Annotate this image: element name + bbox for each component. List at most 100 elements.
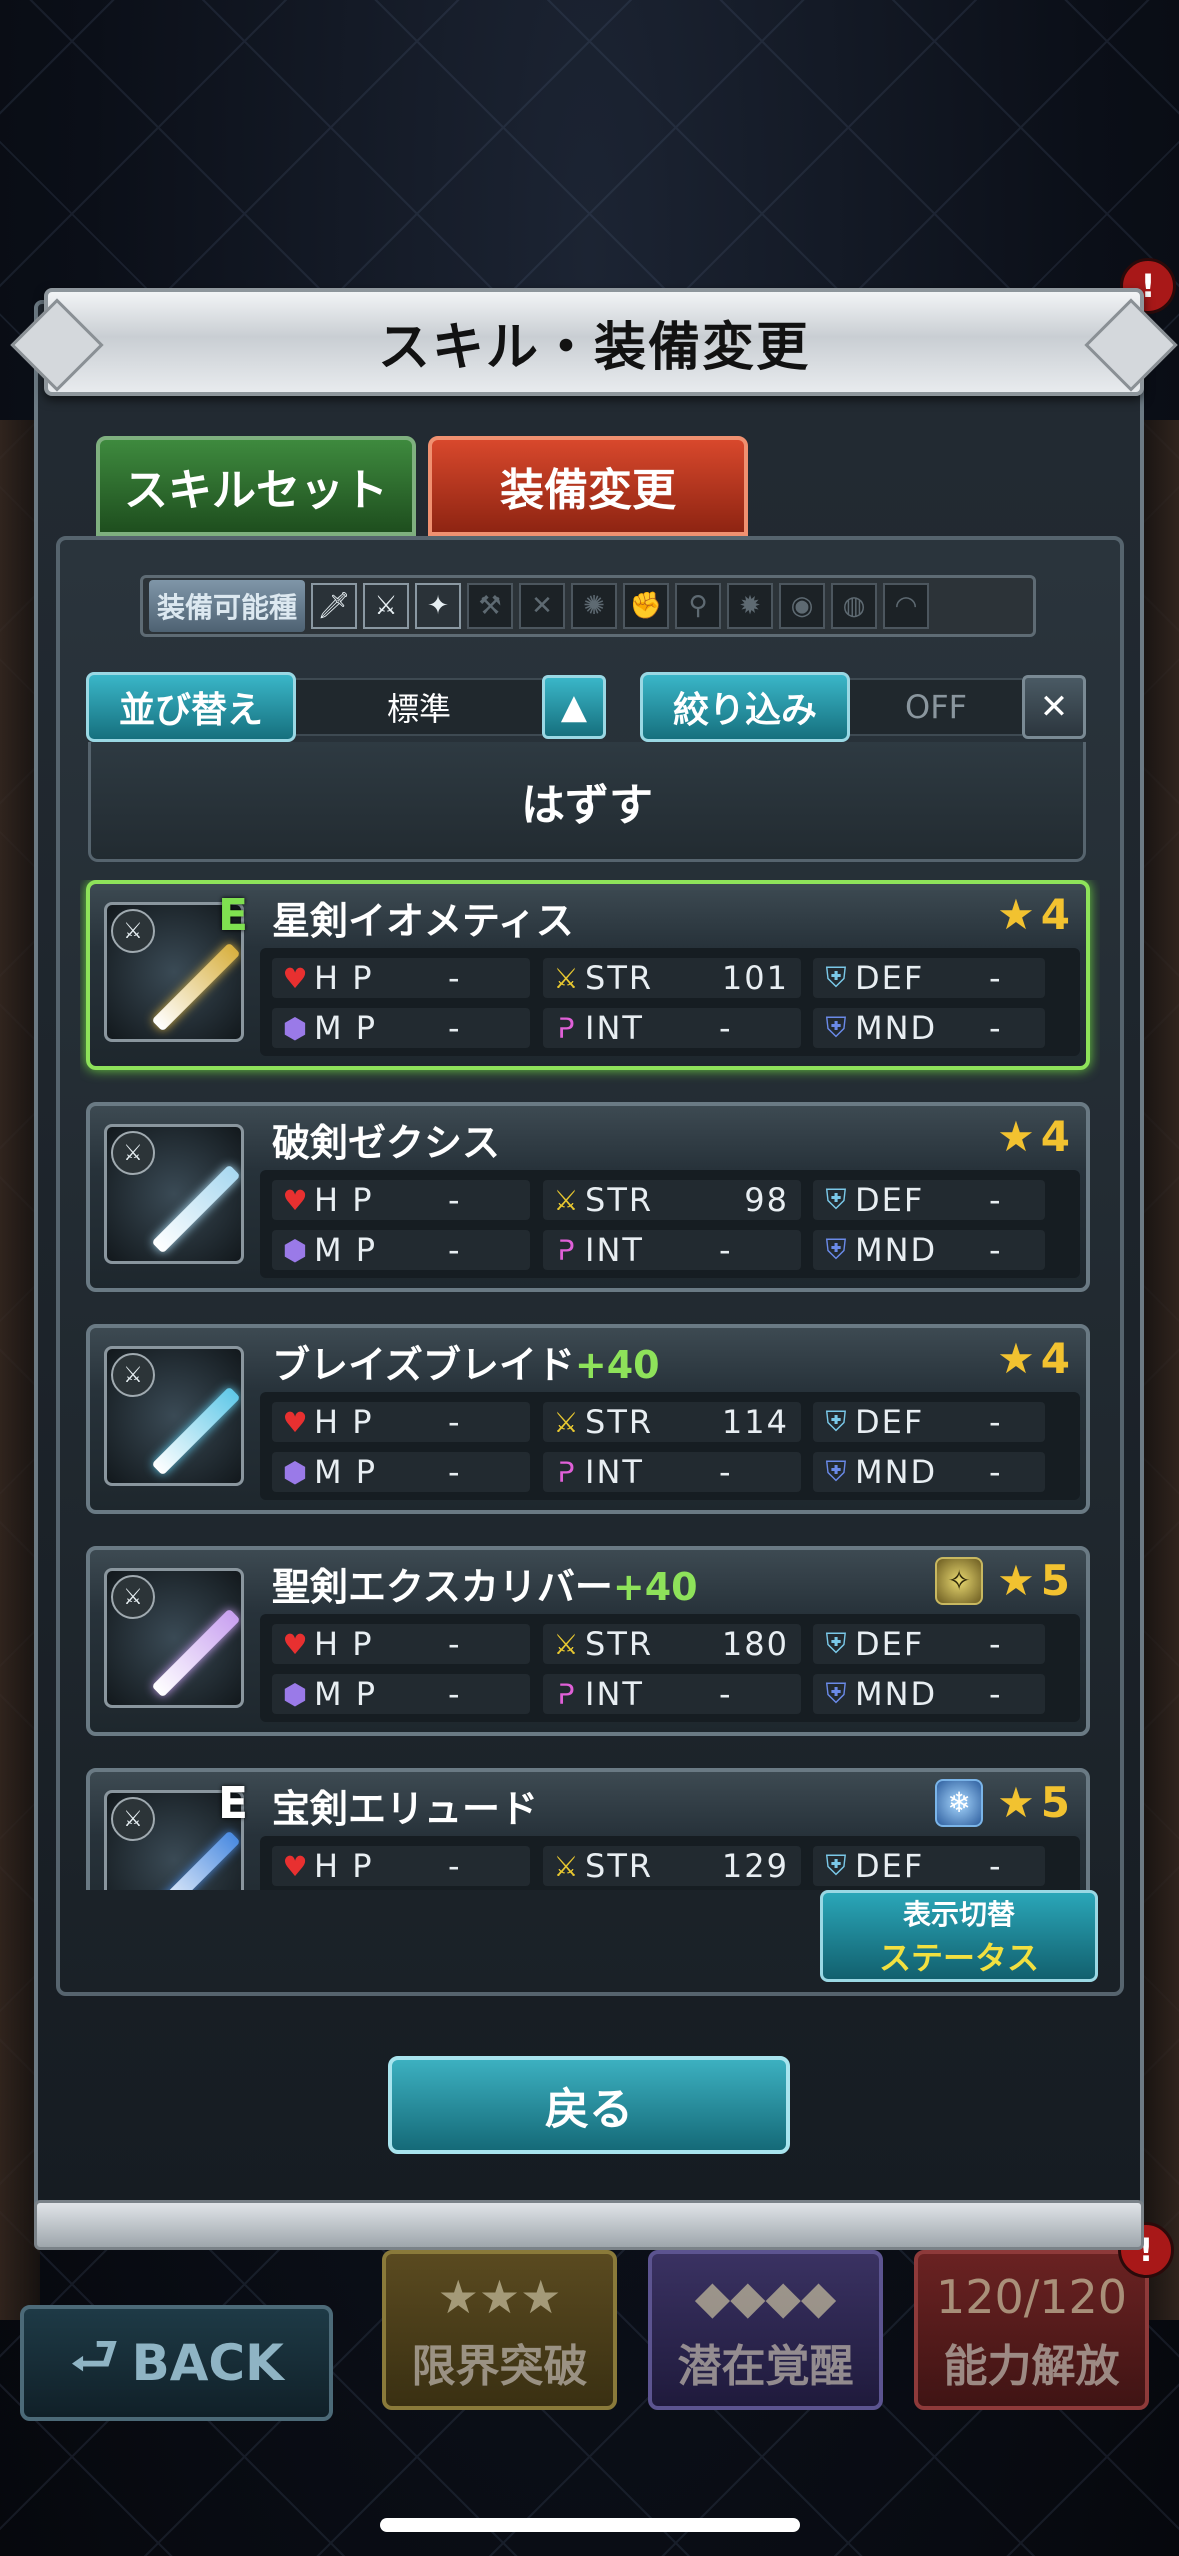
stat-str: ⚔ STR 114 — [543, 1402, 801, 1442]
tab-skill-set[interactable]: スキルセット — [96, 436, 416, 536]
sort-value: 標準 — [296, 678, 542, 736]
weapon-blade-art — [151, 1608, 241, 1698]
stats-panel: ♥ H P - ⚔ STR 101 ⛨ DEF - ⬢ M P - ᕈ INT - ⛨ MND - — [260, 948, 1080, 1056]
return-button[interactable]: 戻る — [388, 2056, 790, 2154]
filter-clear-button[interactable]: ✕ — [1022, 675, 1086, 739]
gear-weapon-icon: ✺ — [571, 583, 618, 629]
latent-awaken-label: 潜在覚醒 — [677, 2341, 854, 2392]
filter-button[interactable]: 絞り込み — [640, 672, 850, 742]
ability-release-label: 能力解放 — [943, 2341, 1120, 2392]
equipment-card[interactable]: ⚔ 聖剣エクスカリバー+40 ✧ ★ 5 ♥ H P - ⚔ STR 180 ⛨ DEF - ⬢ M P-ᕈI… — [86, 1546, 1090, 1736]
latent-awaken-tile[interactable]: ◆◆◆◆ 潜在覚醒 — [648, 2250, 883, 2410]
stats-panel: ♥ H P - ⚔ STR 98 ⛨ DEF - ⬢ M P - ᕈ INT - ⛨ MND - — [260, 1170, 1080, 1278]
dagger-icon: 🗡 — [311, 583, 358, 629]
stat-def: ⛨ DEF - — [813, 1402, 1045, 1442]
star-icon: ★ — [997, 1112, 1035, 1161]
filter-control: 絞り込み OFF ✕ — [640, 672, 1086, 742]
display-toggle-button[interactable]: 表示切替 ステータス — [820, 1890, 1098, 1982]
stat-label: M P — [314, 1675, 378, 1713]
rarity-number: 4 — [1040, 1112, 1070, 1161]
equipment-card[interactable]: ⚔ ブレイズブレイド+40 ★ 4 ♥ H P - ⚔ STR 114 ⛨ DEF - ⬢ M P - ᕈ INT… — [86, 1324, 1090, 1514]
stat-value: - — [989, 1009, 1003, 1047]
sword-icon: ⚔ — [363, 583, 410, 629]
stat-mp: ⬢ M P - — [272, 1452, 530, 1492]
ice-element-icon: ❄ — [935, 1778, 984, 1827]
stat-mnd: ⛨ MND - — [813, 1230, 1045, 1270]
sort-control: 並び替え 標準 ▲ — [86, 672, 606, 742]
stat-value: - — [719, 1009, 733, 1047]
weapon-blade-art — [151, 1164, 241, 1254]
equipment-name: 破剣ゼクシス — [272, 1112, 500, 1167]
stat-mp: ⬢ M P - — [272, 1230, 530, 1270]
stat-str: ⚔ STR 180 — [543, 1624, 801, 1664]
limit-break-tile[interactable]: ★★★ 限界突破 — [382, 2250, 617, 2410]
stat-label: H P — [314, 1181, 374, 1219]
int-icon: ᕈ — [557, 1677, 577, 1711]
stat-value: - — [989, 1403, 1003, 1441]
equipment-name-text: 聖剣エクスカリバー — [272, 1565, 613, 1609]
home-indicator[interactable] — [380, 2518, 800, 2532]
stat-label: STR — [585, 1625, 654, 1663]
sort-button[interactable]: 並び替え — [86, 672, 296, 742]
equippable-types-label: 装備可能種 — [149, 580, 306, 632]
stat-str: ⚔ STR 101 — [543, 958, 801, 998]
equipment-list[interactable]: ⚔ E 星剣イオメティス ★ 4 ♥ H P - ⚔ STR 101 ⛨ DEF - ⬢ M P - ᕈ INT - ⛨… — [80, 880, 1100, 1890]
mnd-icon: ⛨ — [825, 1011, 849, 1044]
mp-icon: ⬢ — [282, 1677, 310, 1711]
equipment-card[interactable]: ⚔ E 星剣イオメティス ★ 4 ♥ H P - ⚔ STR 101 ⛨ DEF - ⬢ M P - ᕈ INT - ⛨… — [86, 880, 1090, 1070]
stat-value: - — [448, 1625, 462, 1663]
equipped-mark: E — [218, 1778, 249, 1829]
stat-value: - — [448, 1009, 462, 1047]
stat-value: - — [448, 959, 462, 997]
stat-value: 101 — [721, 959, 789, 997]
sort-order-button[interactable]: ▲ — [542, 675, 606, 739]
stat-def: ⛨ DEF - — [813, 1180, 1045, 1220]
stat-def: ⛨ DEF - — [813, 1624, 1045, 1664]
stat-mnd: ⛨ MND - — [813, 1008, 1045, 1048]
filter-value: OFF — [850, 678, 1022, 736]
sword-type-icon: ⚔ — [111, 909, 155, 953]
stat-label: MND — [855, 1009, 938, 1047]
stat-mnd: ⛨ MND - — [813, 1452, 1045, 1492]
background-art-right — [1139, 420, 1179, 2320]
ability-count: 120/120 — [935, 2270, 1128, 2324]
limit-break-label: 限界突破 — [411, 2341, 588, 2392]
rarity: ❄ ★ 5 — [935, 1778, 1070, 1827]
back-button[interactable]: ⮐ BACK — [20, 2305, 333, 2421]
unequip-button[interactable]: はずす — [88, 742, 1086, 862]
star-icon: ★ — [997, 1556, 1035, 1605]
equipment-name-text: 宝剣エリュード — [272, 1787, 539, 1831]
modal-footer-frame — [34, 2200, 1144, 2250]
stat-value: - — [989, 1453, 1003, 1491]
def-icon: ⛨ — [825, 1849, 849, 1882]
weapon-blade-art — [151, 942, 241, 1032]
tab-equipment-change[interactable]: 装備変更 — [428, 436, 748, 536]
ability-release-tile[interactable]: 120/120 能力解放 — [914, 2250, 1149, 2410]
equippable-types-bar: 装備可能種 🗡 ⚔ ✦ ⚒ ✕ ✺ ✊ ⚲ ✹ ◉ ◍ ◠ — [140, 575, 1036, 637]
int-icon: ᕈ — [557, 1011, 577, 1045]
stat-label: STR — [585, 959, 654, 997]
stat-label: DEF — [855, 1181, 925, 1219]
equipment-card[interactable]: ⚔ 破剣ゼクシス ★ 4 ♥ H P - ⚔ STR 98 ⛨ DEF - ⬢ M P - ᕈ INT - ⛨ MND - — [86, 1102, 1090, 1292]
rarity-number: 4 — [1040, 1334, 1070, 1383]
helmet-icon: ◠ — [883, 583, 930, 629]
stat-label: DEF — [855, 1847, 925, 1885]
stat-label: MND — [855, 1231, 938, 1269]
str-icon: ⚔ — [553, 1405, 581, 1439]
stat-label: INT — [585, 1675, 644, 1713]
katana-icon: ✕ — [519, 583, 566, 629]
equipped-mark: E — [218, 890, 249, 941]
equipment-card[interactable]: ⚔E宝剣エリュード❄★5♥H P-⚔STR129⛨DEF-⬢M P-ᕈINT-⛨… — [86, 1768, 1090, 1890]
sword-type-icon: ⚔ — [111, 1353, 155, 1397]
display-toggle-label: 表示切替 — [902, 1898, 1015, 1931]
back-arrow-icon: ⮐ — [69, 2323, 120, 2389]
stat-label: H P — [314, 1847, 374, 1885]
stat-hp: ♥ H P - — [272, 1180, 530, 1220]
stat-value: - — [989, 1231, 1003, 1269]
int-icon: ᕈ — [557, 1455, 577, 1489]
enhance-level: +40 — [612, 1565, 698, 1609]
str-icon: ⚔ — [553, 961, 581, 995]
stat-value: 114 — [721, 1403, 789, 1441]
stat-def: ⛨ DEF - — [813, 1846, 1045, 1886]
rarity: ★ 4 — [997, 1112, 1070, 1161]
